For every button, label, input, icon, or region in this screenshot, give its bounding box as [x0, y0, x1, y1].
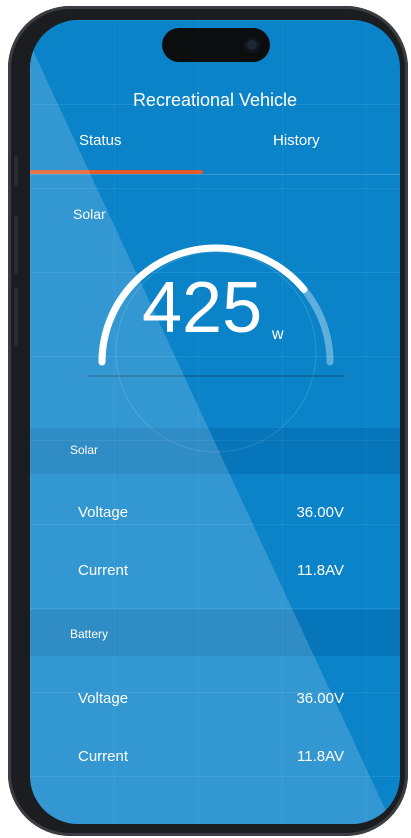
volume-up-button [14, 216, 18, 274]
battery-current-value: 11.8AV [297, 748, 344, 765]
battery-voltage-value: 36.00V [296, 690, 344, 707]
solar-section-label: Solar [70, 443, 99, 457]
battery-voltage-label: Voltage [78, 690, 129, 707]
tab-divider [30, 174, 400, 175]
mute-switch [14, 156, 18, 186]
app-screen: Recreational Vehicle Status History Sola… [30, 20, 400, 824]
gauge-value: 425 [142, 268, 263, 348]
solar-current-value: 11.8AV [297, 562, 344, 579]
tab-status[interactable]: Status [79, 132, 122, 149]
dynamic-island [162, 28, 270, 62]
solar-voltage-label: Voltage [78, 504, 129, 521]
battery-section-label: Battery [70, 627, 109, 641]
battery-section-header: Battery [30, 610, 400, 656]
volume-down-button [14, 288, 18, 346]
camera-icon [244, 37, 260, 53]
tab-history[interactable]: History [273, 132, 320, 149]
battery-current-label: Current [78, 748, 129, 765]
solar-voltage-value: 36.00V [296, 504, 344, 521]
solar-current-label: Current [78, 562, 129, 579]
gauge-unit: w [272, 326, 284, 343]
solar-section-header: Solar [30, 428, 400, 474]
page-title: Recreational Vehicle [132, 90, 298, 110]
